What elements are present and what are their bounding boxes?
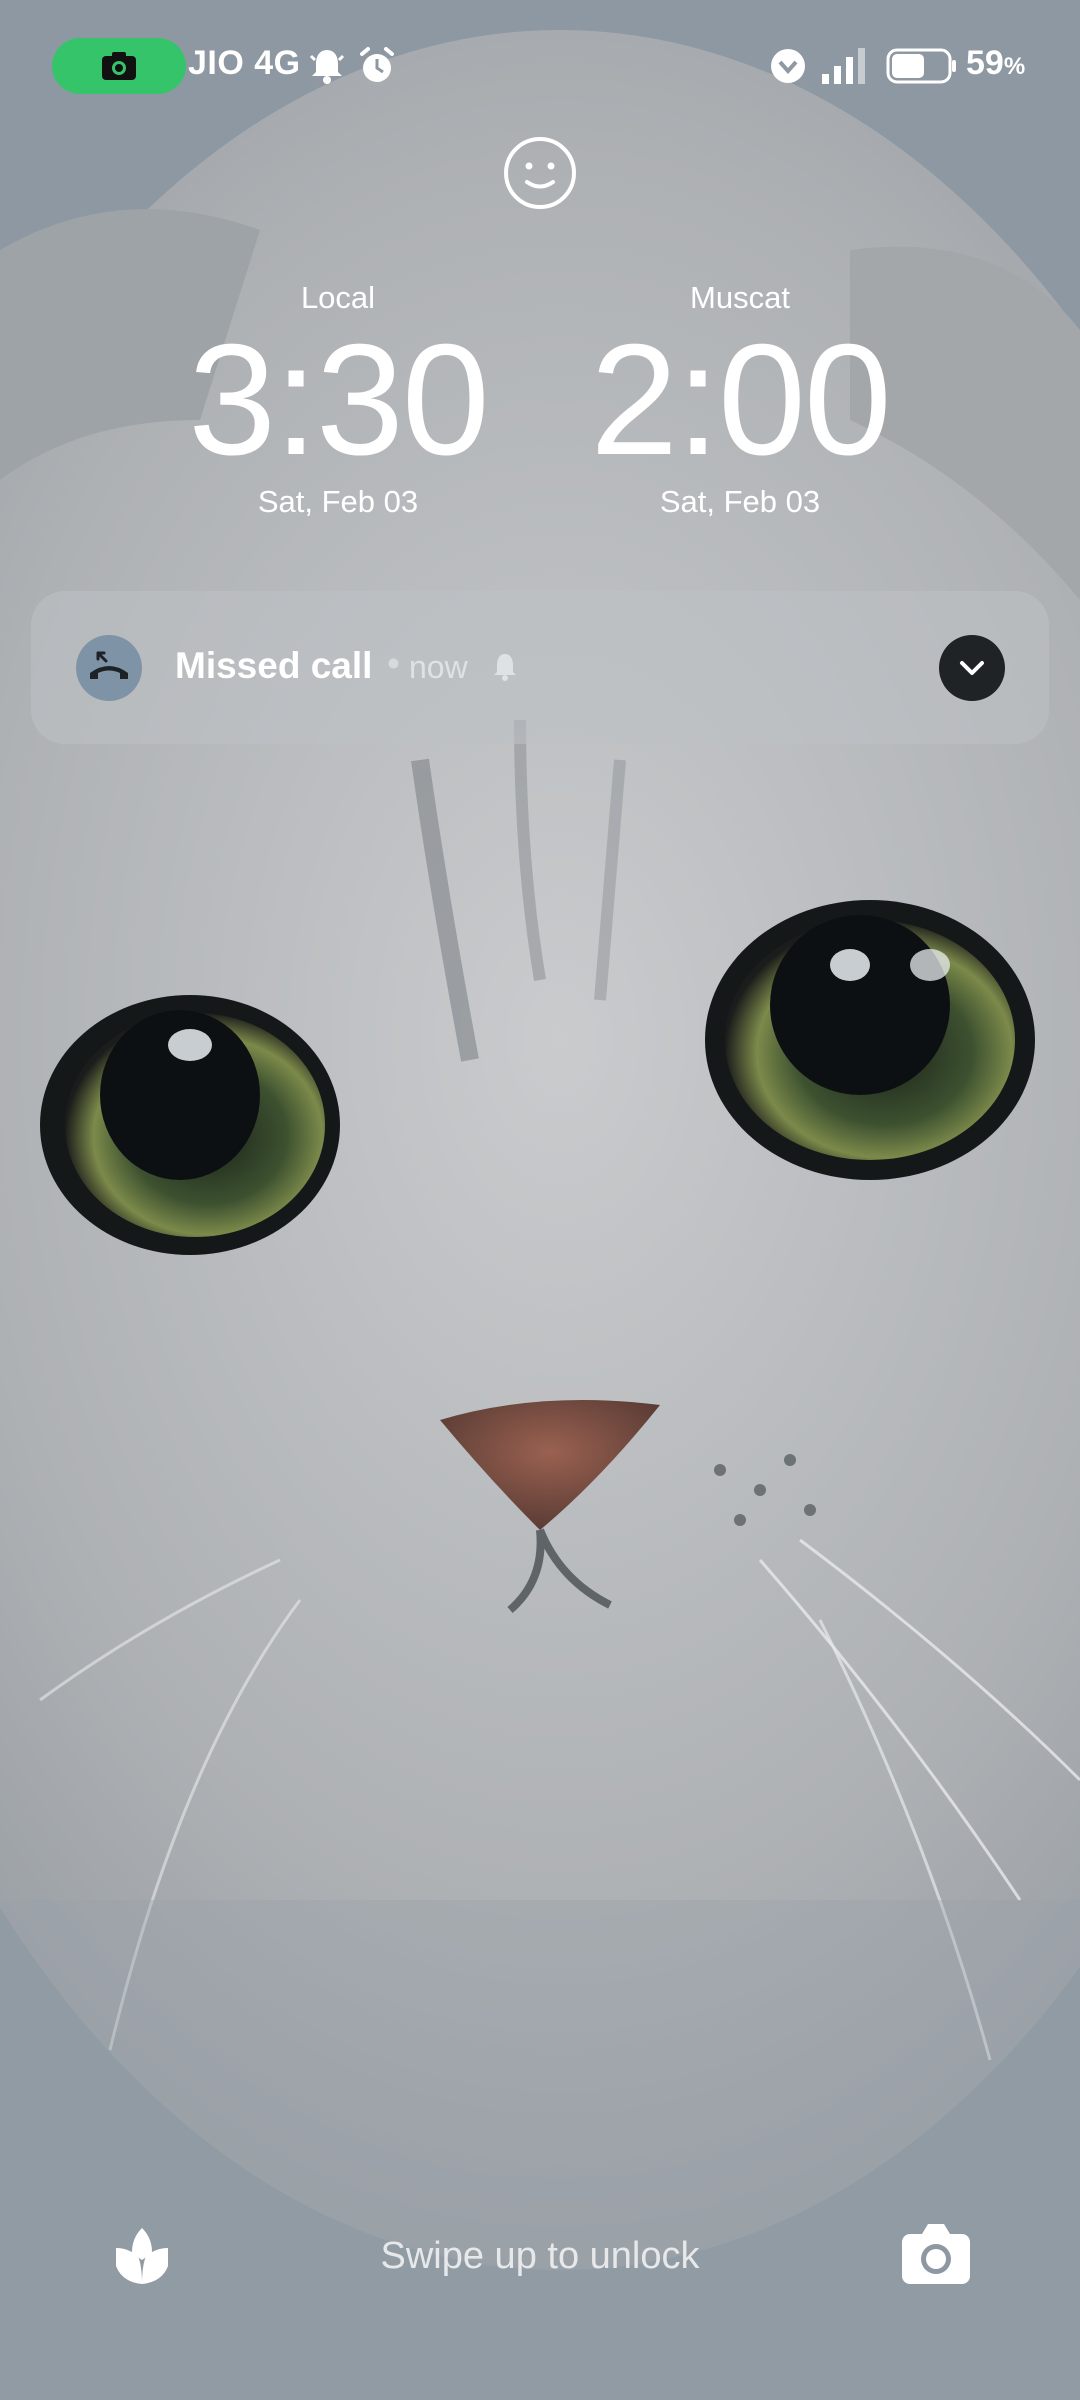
remote-clock: Muscat 2:00 Sat, Feb 03 (550, 278, 930, 522)
camera-icon[interactable] (900, 2222, 972, 2286)
missed-call-icon (90, 651, 128, 679)
remote-time: 2:00 (590, 312, 892, 488)
camera-recording-icon (102, 52, 136, 80)
notification-time: now (409, 649, 468, 685)
battery-percentage: 59% (966, 44, 1025, 83)
battery-icon (886, 48, 956, 84)
local-time: 3:30 (188, 312, 490, 488)
lotus-icon[interactable] (108, 2222, 176, 2290)
carrier-label: JIO 4G (188, 44, 301, 82)
battery-percent-sign: % (1003, 53, 1026, 80)
signal-bars-icon (822, 48, 865, 84)
battery-percent-value: 59 (966, 44, 1004, 82)
notification-title: Missed call (175, 645, 373, 686)
local-clock: Local 3:30 Sat, Feb 03 (148, 278, 528, 522)
wifi-vpn-icon (771, 49, 805, 83)
battery-fill (892, 54, 924, 78)
missed-call-notification[interactable]: Missed call • now (31, 591, 1049, 744)
bell-icon (494, 654, 516, 681)
missed-call-avatar (76, 635, 142, 701)
local-date: Sat, Feb 03 (257, 484, 419, 519)
notification-separator: • (387, 643, 400, 684)
notification-expand-button[interactable] (939, 635, 1005, 701)
notification-bell-icon (309, 50, 345, 84)
remote-date: Sat, Feb 03 (659, 484, 821, 519)
lock-screen: JIO 4G 59% Local 3:30 Sat, Feb 03 Muscat… (0, 0, 1080, 2400)
chevron-down-icon (960, 661, 984, 675)
screen-recording-pill[interactable] (52, 38, 186, 94)
status-bar: JIO 4G 59% (0, 0, 1080, 130)
swipe-up-hint: Swipe up to unlock (380, 2235, 700, 2277)
face-smile-icon[interactable] (502, 135, 578, 211)
alarm-clock-icon (360, 47, 394, 82)
